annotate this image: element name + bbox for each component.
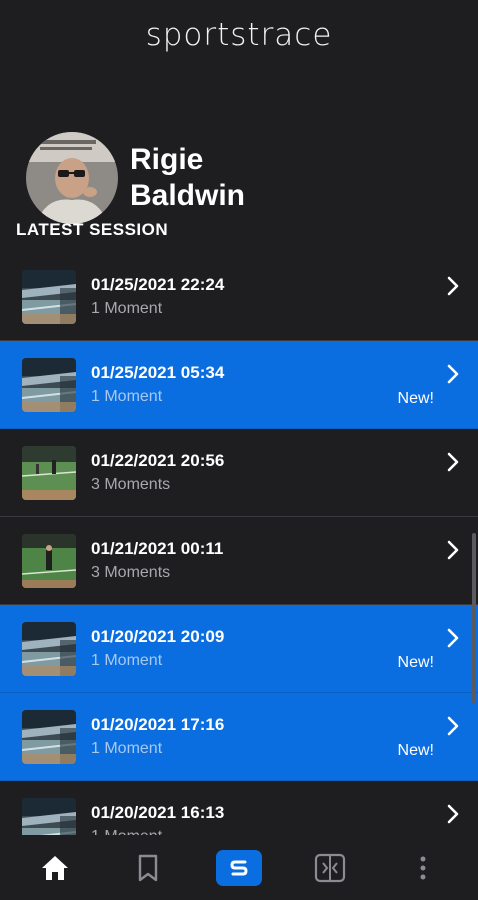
session-row[interactable]: 01/20/2021 16:13 1 Moment <box>0 781 478 835</box>
session-date: 01/25/2021 22:24 <box>91 274 225 294</box>
nav-sportstrace-button[interactable] <box>215 849 262 886</box>
section-title: LATEST SESSION <box>16 220 169 239</box>
session-row[interactable]: 01/20/2021 20:09 1 Moment New! <box>0 605 478 693</box>
session-date: 01/20/2021 17:16 <box>91 714 225 734</box>
app-header: sportstrace <box>0 0 478 70</box>
chevron-right-icon <box>447 276 459 296</box>
session-text: 01/21/2021 00:11 3 Moments <box>91 538 223 584</box>
chevron-right-icon <box>447 716 459 736</box>
session-text: 01/25/2021 22:24 1 Moment <box>91 274 224 320</box>
more-vertical-icon <box>420 856 426 879</box>
session-thumbnail <box>22 445 76 500</box>
home-icon <box>41 855 68 880</box>
session-row[interactable]: 01/20/2021 17:16 1 Moment New! <box>0 693 478 781</box>
session-moments: 1 Moment <box>91 387 163 405</box>
session-moments: 3 Moments <box>91 475 171 493</box>
chevron-right-icon <box>447 364 459 384</box>
bottom-nav <box>0 835 478 900</box>
session-date: 01/20/2021 20:09 <box>91 626 225 646</box>
session-row[interactable]: 01/22/2021 20:56 3 Moments <box>0 429 478 517</box>
session-row[interactable]: 01/21/2021 00:11 3 Moments <box>0 517 478 605</box>
session-text: 01/20/2021 16:13 1 Moment <box>91 802 224 836</box>
session-moments: 1 Moment <box>91 739 163 757</box>
session-row[interactable]: 01/25/2021 05:34 1 Moment New! <box>0 341 478 429</box>
nav-more-button[interactable] <box>397 845 449 891</box>
chevron-right-icon <box>447 804 459 824</box>
session-date: 01/25/2021 05:34 <box>91 362 225 382</box>
session-thumbnail <box>22 709 76 764</box>
sportstrace-s-icon <box>230 860 248 875</box>
session-moments: 1 Moment <box>91 826 224 836</box>
session-row[interactable]: 01/25/2021 22:24 1 Moment <box>0 253 478 341</box>
new-badge: New! <box>397 742 434 759</box>
session-date: 01/22/2021 20:56 <box>91 450 225 470</box>
nav-home-button[interactable] <box>29 845 81 891</box>
nav-bookmark-button[interactable] <box>122 845 174 891</box>
nav-compare-button[interactable] <box>304 845 356 891</box>
session-text: 01/20/2021 17:16 1 Moment <box>91 714 224 760</box>
session-thumbnail <box>22 357 76 412</box>
app-logo: sportstrace <box>145 17 333 53</box>
profile-name: Rigie Baldwin <box>130 143 246 212</box>
new-badge: New! <box>397 390 434 407</box>
session-thumbnail <box>22 269 76 324</box>
session-date: 01/20/2021 16:13 <box>91 802 225 822</box>
chevron-right-icon <box>447 452 459 472</box>
session-text: 01/22/2021 20:56 3 Moments <box>91 450 224 496</box>
chevron-right-icon <box>447 540 459 560</box>
session-thumbnail <box>22 797 76 835</box>
session-moments: 1 Moment <box>91 299 163 317</box>
bookmark-icon <box>139 854 158 881</box>
session-thumbnail <box>22 533 76 588</box>
session-thumbnail <box>22 621 76 676</box>
session-text: 01/25/2021 05:34 1 Moment <box>91 362 224 408</box>
session-list[interactable]: 01/25/2021 22:24 1 Moment 01/25/2021 05:34… <box>0 253 478 835</box>
session-text: 01/20/2021 20:09 1 Moment <box>91 626 224 672</box>
session-date: 01/21/2021 00:11 <box>91 538 224 558</box>
compare-icon <box>314 853 345 882</box>
session-moments: 1 Moment <box>91 651 163 669</box>
session-moments: 3 Moments <box>91 563 171 581</box>
new-badge: New! <box>397 654 434 671</box>
avatar[interactable] <box>26 132 118 224</box>
chevron-right-icon <box>447 628 459 648</box>
scrollbar[interactable] <box>472 533 476 703</box>
